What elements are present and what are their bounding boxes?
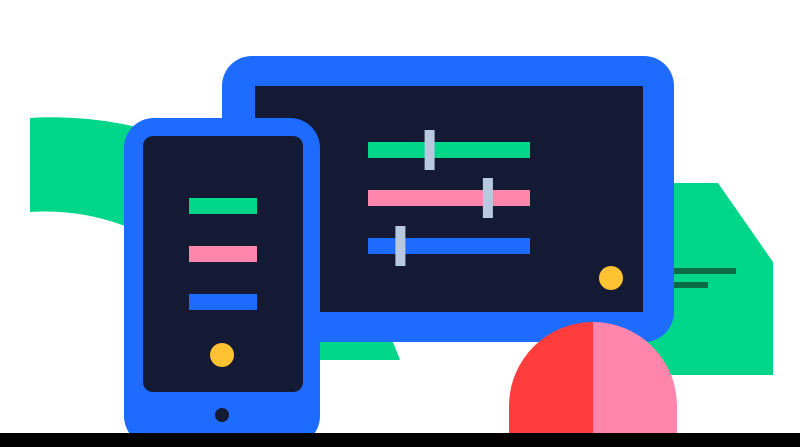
phone-yellow-dot (210, 343, 234, 367)
illustration-stage (0, 0, 800, 447)
phone-menu-bar-pink (189, 246, 257, 262)
green-card-line-1 (672, 268, 736, 274)
footer-bar (0, 433, 800, 447)
phone-home-button[interactable] (215, 408, 229, 422)
slider-knob-blue[interactable] (395, 226, 406, 266)
slider-track-green[interactable] (368, 142, 530, 158)
slider-knob-green[interactable] (424, 130, 435, 170)
slider-knob-pink[interactable] (482, 178, 493, 218)
devices-illustration (0, 56, 800, 447)
slider-track-pink[interactable] (368, 190, 530, 206)
phone-menu-bar-blue (189, 294, 257, 310)
tablet-sliders (368, 130, 530, 266)
slider-track-blue[interactable] (368, 238, 530, 254)
tablet-yellow-dot (599, 266, 623, 290)
phone-device (124, 118, 320, 446)
phone-menu-bar-green (189, 198, 257, 214)
green-card-line-2 (672, 282, 708, 288)
